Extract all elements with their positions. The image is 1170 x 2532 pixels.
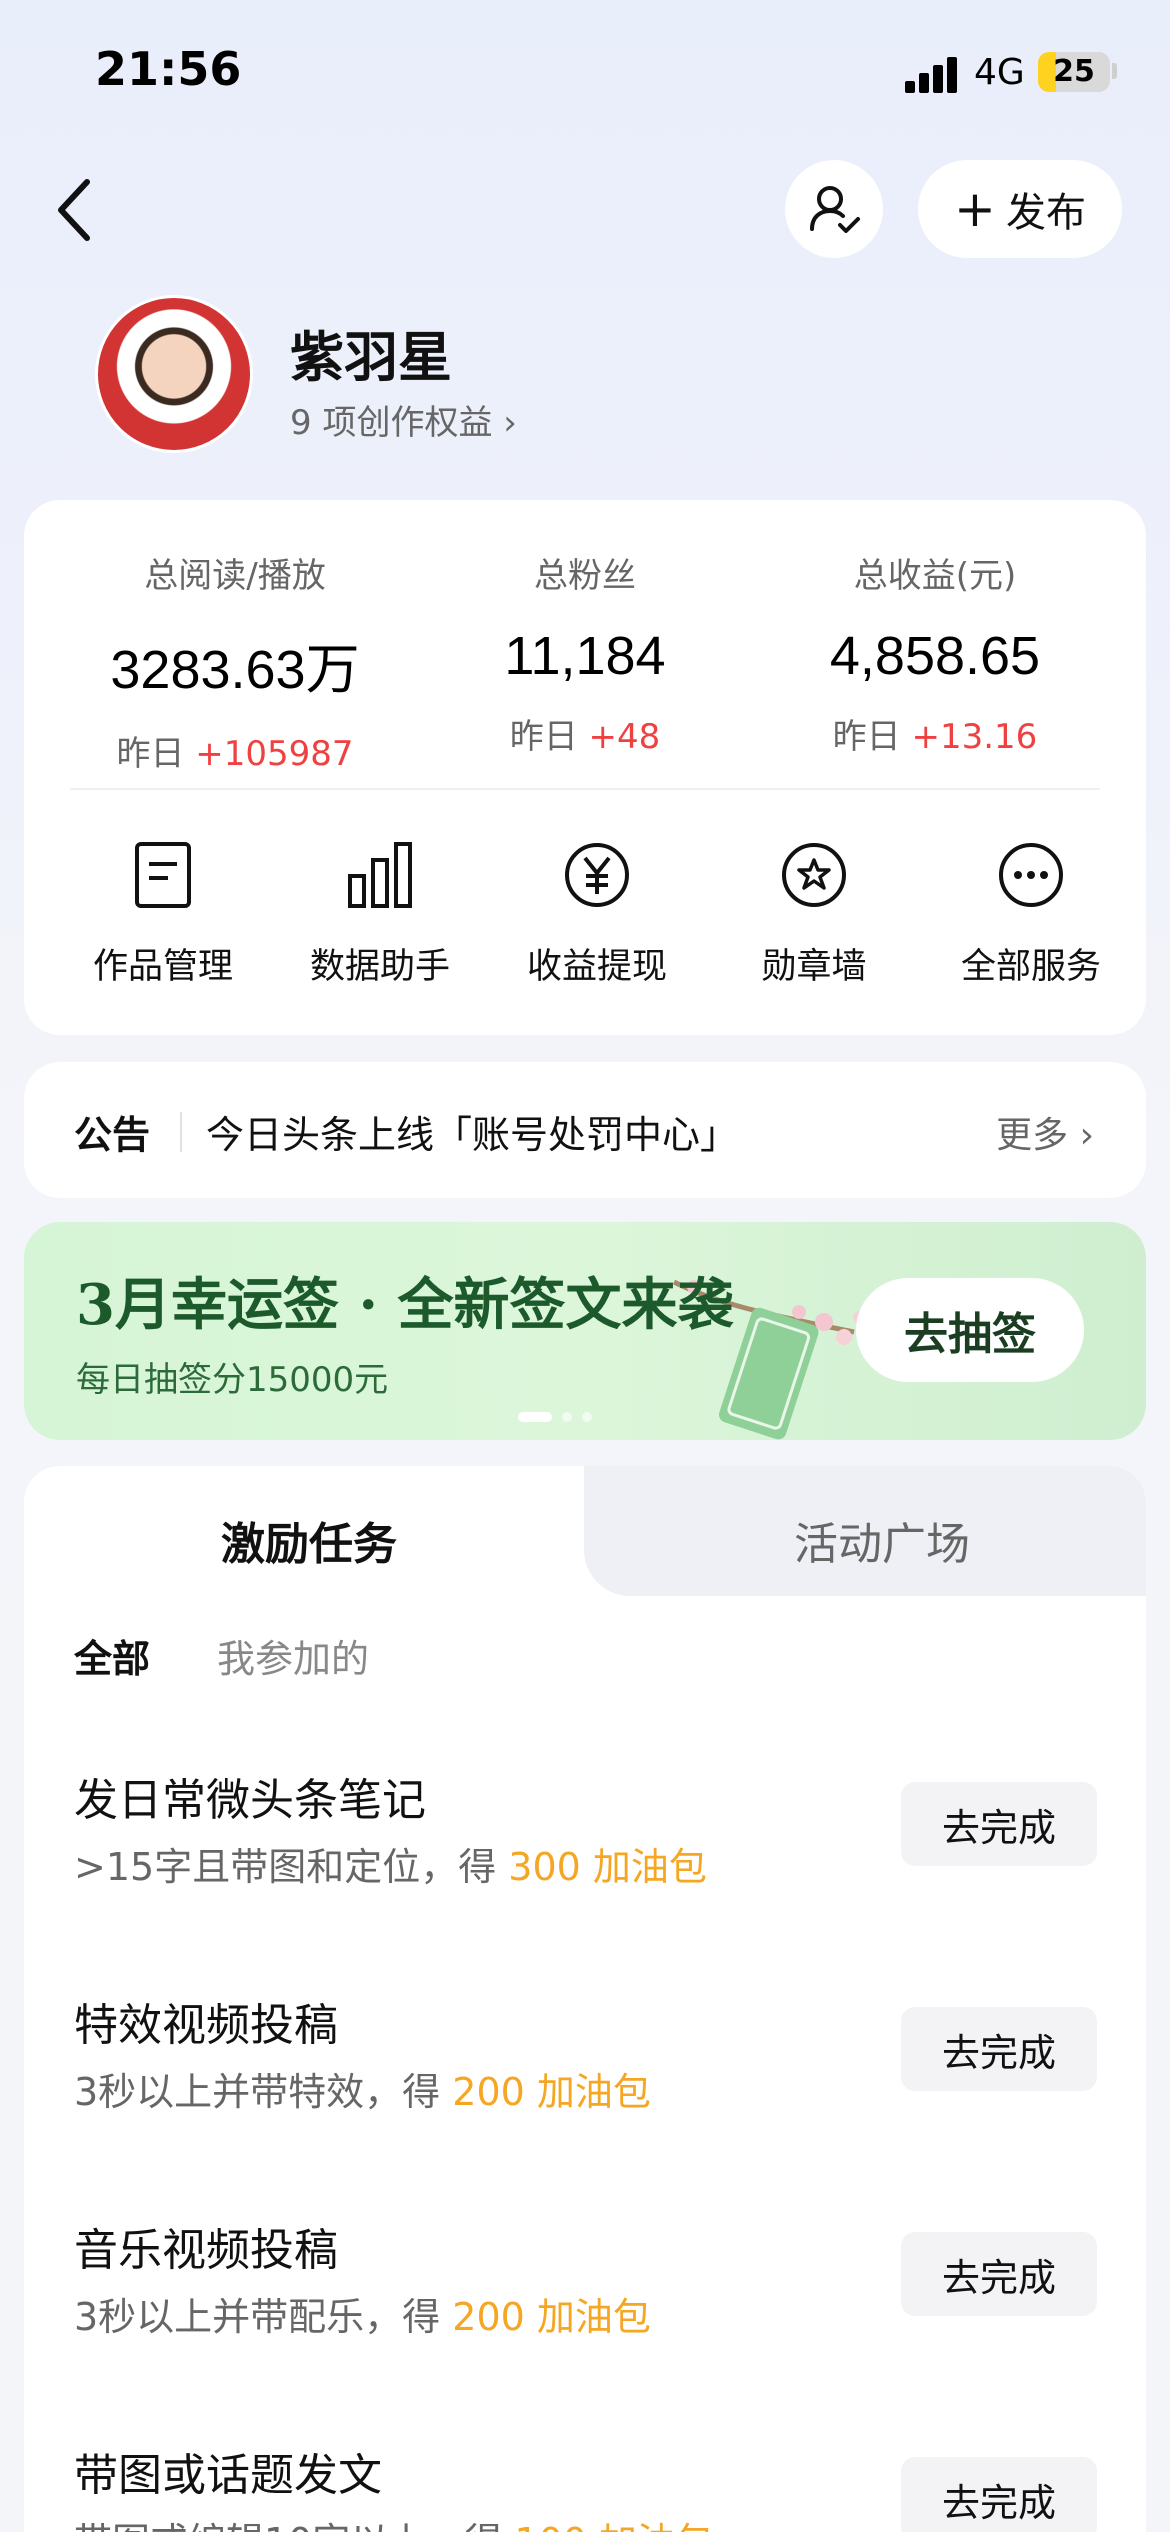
complete-task-button[interactable]: 去完成 [901,1782,1097,1866]
stat-delta: 昨日 +13.16 [748,709,1122,758]
filter-joined[interactable]: 我参加的 [217,1628,369,1683]
draw-lottery-button[interactable]: 去抽签 [856,1278,1084,1382]
service-data-assistant[interactable]: 数据助手 [268,840,492,989]
stat-delta: 昨日 +105987 [48,726,422,775]
stat-total-income[interactable]: 总收益(元) 4,858.65 昨日 +13.16 [748,548,1122,758]
carousel-dot [562,1412,572,1422]
profile-header: 紫羽星 9 项创作权益 › [95,295,1095,455]
top-nav: + 发布 [0,155,1170,265]
stat-value: 4,858.65 [829,626,1041,686]
status-bar: 21:56 4G 25 [0,0,1170,150]
battery-icon: 25 [1038,52,1110,92]
delta-label: 昨日 [509,717,578,757]
complete-task-button[interactable]: 去完成 [901,2007,1097,2091]
task-desc-text: 3秒以上并带配乐，得 [74,2295,453,2339]
task-desc-text: 3秒以上并带特效，得 [74,2070,453,2114]
publish-button[interactable]: + 发布 [918,160,1122,258]
back-button[interactable] [45,175,105,245]
filter-all[interactable]: 全部 [74,1628,150,1683]
service-label: 勋章墙 [761,947,867,987]
tab-label-incentive-tasks[interactable]: 激励任务 [221,1508,397,1572]
carousel-dot [582,1412,592,1422]
service-medal-wall[interactable]: 勋章墙 [702,840,926,989]
task-desc-text: >15字且带图和定位，得 [74,1845,509,1889]
service-label: 收益提现 [526,947,667,987]
yuan-icon [565,843,629,907]
stat-value: 3283.63万 [110,640,360,700]
user-follow-button[interactable] [785,160,883,258]
medal-icon [782,843,846,907]
stats-card: 总阅读/播放 3283.63万 昨日 +105987 总粉丝 11,184 昨日… [24,500,1146,1035]
user-name: 紫羽星 [290,326,452,389]
task-reward: 100 加油包 [514,2520,713,2532]
service-withdraw-income[interactable]: 收益提现 [485,840,709,989]
task-title: 音乐视频投稿 [74,2225,338,2276]
battery-tip [1112,63,1117,79]
avatar[interactable] [95,295,253,453]
task-item: 发日常微头条笔记 >15字且带图和定位，得 300 加油包 去完成 [24,1764,1146,1964]
battery-level: 25 [1053,54,1095,89]
task-item: 音乐视频投稿 3秒以上并带配乐，得 200 加油包 去完成 [24,2214,1146,2414]
user-check-icon [810,186,860,233]
tab-label-activity-plaza[interactable]: 活动广场 [794,1508,970,1572]
delta-label: 昨日 [832,717,901,757]
announcement-tag: 公告 [74,1113,151,1157]
delta-label: 昨日 [116,734,185,774]
stat-value: 11,184 [504,626,666,686]
task-desc-text: 带图或编辑10字以上，得 [74,2520,514,2532]
banner-subtitle: 每日抽签分15000元 [76,1360,389,1400]
status-time: 21:56 [95,42,242,96]
complete-task-button[interactable]: 去完成 [901,2232,1097,2316]
creator-rights-link[interactable]: 9 项创作权益 › [290,395,517,444]
task-reward: 300 加油包 [508,1845,707,1889]
stat-label: 总收益(元) [853,556,1017,596]
banner-title: 3月幸运签 · 全新签文来袭 [76,1272,734,1338]
plus-icon: + [954,180,996,238]
task-desc: 3秒以上并带特效，得 200 加油包 [74,2061,651,2116]
task-reward: 200 加油包 [452,2295,651,2339]
carousel-indicator [518,1412,592,1422]
more-icon [999,843,1063,907]
document-icon [135,842,191,908]
task-item: 带图或话题发文 带图或编辑10字以上，得 100 加油包 去完成 [24,2439,1146,2532]
delta-value: +13.16 [911,717,1038,757]
stat-total-reads[interactable]: 总阅读/播放 3283.63万 昨日 +105987 [48,548,422,775]
stat-label: 总粉丝 [534,556,636,596]
announcement-text[interactable]: 今日头条上线「账号处罚中心」 [206,1104,738,1159]
task-reward: 200 加油包 [452,2070,651,2114]
network-type: 4G [974,52,1025,93]
task-title: 特效视频投稿 [74,2000,338,2051]
carousel-dot-active [518,1412,552,1422]
task-item: 特效视频投稿 3秒以上并带特效，得 200 加油包 去完成 [24,1989,1146,2189]
cellular-signal-icon [905,55,959,93]
delta-value: +105987 [195,734,354,774]
promo-banner[interactable]: 3月幸运签 · 全新签文来袭 每日抽签分15000元 去抽签 [24,1222,1146,1440]
task-title: 带图或话题发文 [74,2450,382,2501]
service-all-services[interactable]: 全部服务 [919,840,1143,989]
bar-chart-icon [348,842,412,908]
service-label: 数据助手 [309,947,450,987]
divider [70,788,1100,790]
announcement-more-link[interactable]: 更多 › [996,1106,1094,1158]
stat-label: 总阅读/播放 [144,556,326,596]
tasks-panel: 激励任务 活动广场 全部 我参加的 发日常微头条笔记 >15字且带图和定位，得 … [24,1466,1146,2532]
service-works-management[interactable]: 作品管理 [51,840,275,989]
publish-label: 发布 [1005,190,1086,236]
announcement-bar[interactable]: 公告 今日头条上线「账号处罚中心」 更多 › [24,1062,1146,1198]
chevron-left-icon [58,179,90,241]
task-desc: >15字且带图和定位，得 300 加油包 [74,1836,707,1891]
stat-total-fans[interactable]: 总粉丝 11,184 昨日 +48 [398,548,772,758]
service-label: 作品管理 [92,947,233,987]
task-title: 发日常微头条笔记 [74,1775,426,1826]
complete-task-button[interactable]: 去完成 [901,2457,1097,2532]
service-label: 全部服务 [960,947,1101,987]
separator [180,1112,182,1152]
task-desc: 带图或编辑10字以上，得 100 加油包 [74,2511,713,2532]
delta-value: +48 [588,717,661,757]
task-desc: 3秒以上并带配乐，得 200 加油包 [74,2286,651,2341]
stat-delta: 昨日 +48 [398,709,772,758]
